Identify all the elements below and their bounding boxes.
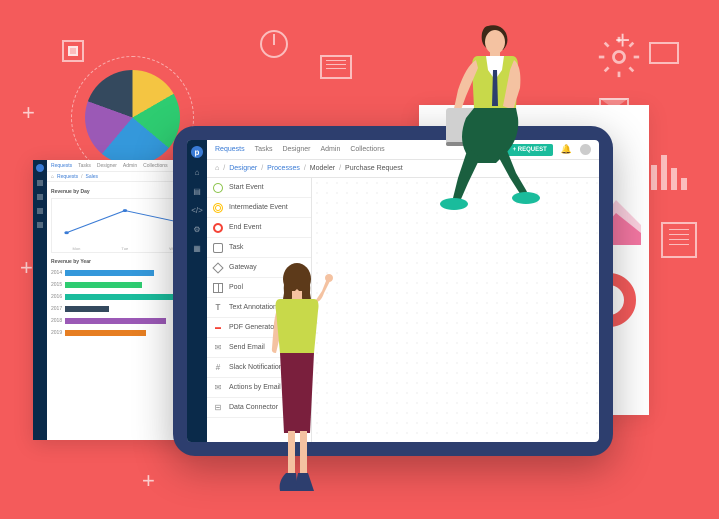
bc-item: Requests: [57, 174, 78, 180]
tab: Requests: [51, 163, 72, 169]
tab-requests[interactable]: Requests: [215, 146, 245, 153]
tab: Tasks: [78, 163, 91, 169]
deco-plus: +: [615, 25, 630, 56]
tab-admin[interactable]: Admin: [321, 146, 341, 153]
bar: [65, 318, 166, 324]
end-event-icon: [213, 223, 223, 233]
deco-rect: [320, 55, 352, 79]
app-sidebar: p ⌂ ▤ </> ⚙ ▦: [187, 140, 207, 442]
bar-label: 2014: [51, 270, 65, 276]
deco-lines: [326, 64, 346, 65]
start-event-icon: [213, 183, 223, 193]
deco-plus: +: [20, 255, 33, 281]
home-icon[interactable]: ⌂: [193, 168, 202, 177]
intermediate-event-icon: [213, 203, 223, 213]
bar-label: 2015: [51, 282, 65, 288]
slack-notification-icon: #: [213, 363, 223, 373]
nav-icon: [37, 222, 43, 228]
tab: Collections: [143, 163, 167, 169]
palette-label: Pool: [229, 284, 243, 291]
bar: [65, 330, 146, 336]
clock-icon: [260, 30, 288, 58]
task-icon: [213, 243, 223, 253]
palette-start-event[interactable]: Start Event: [207, 178, 311, 198]
separator: /: [339, 165, 341, 172]
deco-plus: +: [22, 100, 35, 126]
separator: /: [304, 165, 306, 172]
nav-icon: [37, 208, 43, 214]
palette-label: End Event: [229, 224, 261, 231]
pdf-generator-icon: ▬: [213, 323, 223, 333]
code-icon[interactable]: </>: [193, 206, 202, 215]
collection-icon[interactable]: ▦: [193, 244, 202, 253]
palette-label: Intermediate Event: [229, 204, 288, 211]
tab: Admin: [123, 163, 137, 169]
nav-icon: [37, 180, 43, 186]
gateway-icon: [213, 263, 223, 273]
settings-icon[interactable]: ⚙: [193, 225, 202, 234]
bc-designer[interactable]: Designer: [229, 165, 257, 172]
send-email-icon: ✉: [213, 343, 223, 353]
logo-icon[interactable]: p: [191, 146, 203, 158]
bar-label: 2017: [51, 306, 65, 312]
bar: [65, 306, 109, 312]
deco-square: [62, 40, 84, 62]
bar: [65, 270, 154, 276]
bar: [65, 282, 142, 288]
pool-icon: [213, 283, 223, 293]
palette-label: Start Event: [229, 184, 264, 191]
clock-hand: [273, 34, 275, 45]
gear-icon: [597, 35, 641, 79]
deco-square-inner: [68, 46, 78, 56]
palette-intermediate-event[interactable]: Intermediate Event: [207, 198, 311, 218]
logo-icon: [36, 164, 44, 172]
clipboard-icon[interactable]: ▤: [193, 187, 202, 196]
palette-label: Task: [229, 244, 243, 251]
pie-chart: [85, 70, 180, 165]
deco-plus: +: [142, 468, 155, 494]
bar-label: 2018: [51, 318, 65, 324]
bc-item: Sales: [86, 174, 99, 180]
nav-icon: [37, 194, 43, 200]
axis-label: Tue: [121, 246, 128, 251]
woman-illustration: [252, 253, 342, 503]
bar-label: 2016: [51, 294, 65, 300]
axis-label: Mon: [73, 246, 81, 251]
tab-tasks[interactable]: Tasks: [255, 146, 273, 153]
man-illustration: [418, 18, 568, 218]
tab: Designer: [97, 163, 117, 169]
bc-processes[interactable]: Processes: [267, 165, 300, 172]
top-tabs: Requests Tasks Designer Admin Collection…: [215, 146, 385, 153]
home-icon[interactable]: ⌂: [215, 165, 219, 172]
palette-end-event[interactable]: End Event: [207, 218, 311, 238]
tab-collections[interactable]: Collections: [350, 146, 384, 153]
tab-designer[interactable]: Designer: [282, 146, 310, 153]
actions-by-email-icon: ✉: [213, 383, 223, 393]
deco-rect: [649, 42, 679, 64]
bar-label: 2019: [51, 330, 65, 336]
doc-lines: [669, 234, 689, 235]
bar: [65, 294, 191, 300]
avatar[interactable]: [580, 144, 591, 155]
bc-modeler[interactable]: Modeler: [310, 165, 335, 172]
text-annotation-icon: T: [213, 303, 223, 313]
document-icon: [661, 222, 697, 258]
separator: /: [223, 165, 225, 172]
back-sidebar: [33, 160, 47, 440]
separator: /: [261, 165, 263, 172]
data-connector-icon: ⊟: [213, 403, 223, 413]
bc-current: Purchase Request: [345, 165, 403, 172]
